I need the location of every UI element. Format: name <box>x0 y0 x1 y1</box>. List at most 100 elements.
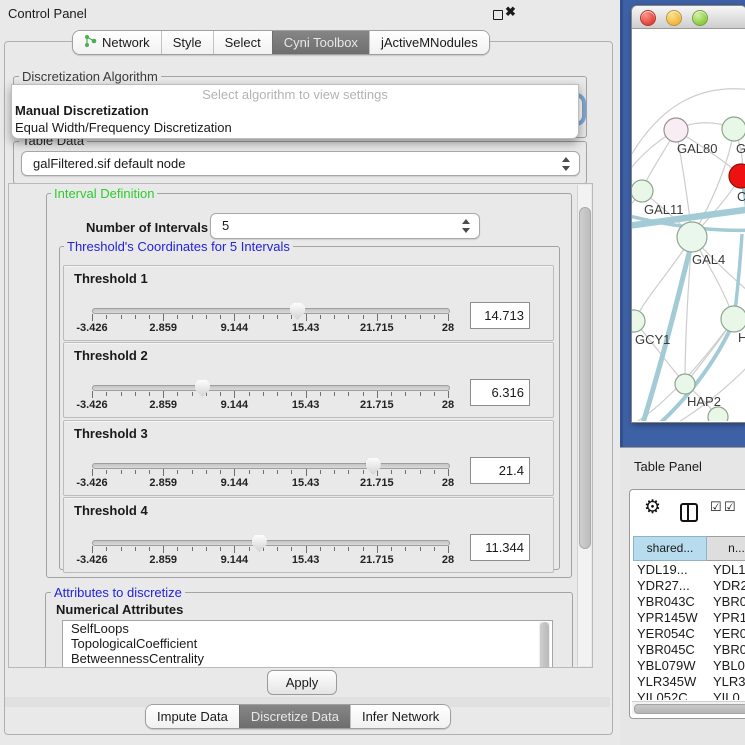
attribute-list-item[interactable]: SelfLoops <box>63 621 552 636</box>
numerical-attributes-label: Numerical Attributes <box>56 602 183 617</box>
table-row[interactable]: YLR345WYLR3 <box>633 674 745 690</box>
threshold-slider-track[interactable] <box>92 385 450 391</box>
network-node-gcy1[interactable] <box>632 310 645 332</box>
network-node-gal80[interactable] <box>664 118 688 142</box>
threshold-slider-thumb[interactable] <box>195 380 210 397</box>
table-cell: YPR1 <box>707 610 745 626</box>
tab-style[interactable]: Style <box>161 31 213 54</box>
table-column-header[interactable]: n... <box>707 536 745 561</box>
apply-button[interactable]: Apply <box>267 670 337 695</box>
network-node-h[interactable] <box>721 306 745 332</box>
table-row[interactable]: YDR27...YDR2 <box>633 578 745 594</box>
slider-tick <box>348 392 349 396</box>
threshold-slider-thumb[interactable] <box>252 535 267 552</box>
table-row[interactable]: YPR145WYPR1 <box>633 610 745 626</box>
checkbox-icon[interactable]: ☑ <box>710 499 722 515</box>
slider-tick <box>391 547 392 551</box>
slider-tick-label: 21.715 <box>360 477 394 489</box>
settings-vertical-scrollbar[interactable] <box>577 185 591 666</box>
slider-tick <box>405 392 406 396</box>
network-node[interactable] <box>708 407 728 421</box>
tab-label: Infer Network <box>362 709 439 724</box>
slider-tick <box>121 547 122 551</box>
attribute-list-item[interactable]: TopologicalCoefficient <box>63 636 552 651</box>
tab-cyni-toolbox[interactable]: Cyni Toolbox <box>272 31 369 54</box>
slider-tick <box>149 547 150 551</box>
network-canvas[interactable]: GAL80G.CGAL11GAL4GCY1HHAP2 <box>632 28 745 421</box>
gear-icon[interactable]: ⚙ <box>644 496 661 519</box>
slider-tick <box>348 470 349 474</box>
slider-tick <box>192 470 193 474</box>
network-svg: GAL80G.CGAL11GAL4GCY1HHAP2 <box>632 28 745 421</box>
table-row[interactable]: YBL079WYBL0 <box>633 658 745 674</box>
table-row[interactable]: YBR043CYBR0 <box>633 594 745 610</box>
table-horizontal-scrollbar-thumb[interactable] <box>634 704 745 714</box>
tab-label: Discretize Data <box>251 709 339 724</box>
table-cell: YBR0 <box>707 594 745 610</box>
dropdown-item-manual-discretization[interactable]: Manual Discretization <box>15 102 575 119</box>
table-cell: YBR045C <box>633 642 707 658</box>
slider-tick <box>420 547 421 551</box>
slider-tick-label: 21.715 <box>360 399 394 411</box>
threshold-value-field[interactable]: 21.4 <box>470 457 530 484</box>
threshold-value-field[interactable]: 6.316 <box>470 379 530 406</box>
tab-infer-network[interactable]: Infer Network <box>350 705 450 728</box>
tab-jactivemnodules[interactable]: jActiveMNodules <box>369 31 489 54</box>
attribute-items: SelfLoopsTopologicalCoefficientBetweenne… <box>63 621 552 666</box>
slider-tick <box>291 470 292 474</box>
threshold-slider-track[interactable] <box>92 463 450 469</box>
mac-zoom-button[interactable] <box>692 10 708 26</box>
attributes-list-scrollbar[interactable] <box>539 622 550 668</box>
mac-close-button[interactable] <box>640 10 656 26</box>
tab-label: Network <box>102 35 150 50</box>
mac-minimize-button[interactable] <box>666 10 682 26</box>
table-row[interactable]: YIL052CYIL0 <box>633 690 745 700</box>
number-of-intervals-spinner[interactable]: 5 <box>210 213 480 239</box>
settings-vertical-scrollbar-thumb[interactable] <box>579 207 591 549</box>
threshold-slider-track[interactable] <box>92 540 450 546</box>
checkbox-icon[interactable]: ☑ <box>724 499 736 515</box>
close-icon[interactable]: ✖ <box>505 4 516 20</box>
app-root: Control Panel ✖ NetworkStyleSelectCyni T… <box>0 0 745 745</box>
network-node-g[interactable] <box>722 117 745 141</box>
slider-tick-label: -3.426 <box>76 554 107 566</box>
network-node-gal11[interactable] <box>632 180 653 202</box>
slider-tick <box>206 315 207 319</box>
slider-tick <box>263 470 264 474</box>
slider-tick <box>249 392 250 396</box>
table-column-header[interactable]: shared... <box>633 536 707 561</box>
slider-tick <box>121 470 122 474</box>
tab-discretize-data[interactable]: Discretize Data <box>239 705 350 728</box>
network-window-titlebar[interactable] <box>632 6 745 29</box>
threshold-value-field[interactable]: 14.713 <box>470 302 530 329</box>
network-node-hap2[interactable] <box>675 374 695 394</box>
float-panel-icon[interactable] <box>493 10 503 20</box>
threshold-value-field[interactable]: 11.344 <box>470 534 530 561</box>
columns-icon[interactable] <box>680 503 698 522</box>
table-row[interactable]: YER054CYER0 <box>633 626 745 642</box>
threshold-slider-thumb[interactable] <box>366 458 381 475</box>
attribute-list-item[interactable]: BetweennessCentrality <box>63 651 552 666</box>
slider-tick-label: 2.859 <box>149 477 177 489</box>
number-of-intervals-label: Number of Intervals <box>86 220 208 235</box>
dropdown-item-equal-width-frequency[interactable]: Equal Width/Frequency Discretization <box>15 119 575 136</box>
table-row[interactable]: YBR045CYBR0 <box>633 642 745 658</box>
numerical-attributes-list[interactable]: SelfLoopsTopologicalCoefficientBetweenne… <box>62 620 553 668</box>
table-row[interactable]: YDL19...YDL1 <box>633 562 745 578</box>
table-horizontal-scrollbar[interactable] <box>632 701 745 714</box>
slider-tick <box>177 315 178 319</box>
tab-network[interactable]: Network <box>73 31 161 54</box>
tab-impute-data[interactable]: Impute Data <box>146 705 239 728</box>
slider-tick <box>420 392 421 396</box>
table-data-combobox[interactable]: galFiltered.sif default node <box>21 151 580 176</box>
network-node-gal4[interactable] <box>677 222 707 252</box>
tab-select[interactable]: Select <box>213 31 272 54</box>
network-node-label: GAL80 <box>677 141 717 156</box>
attributes-list-scrollbar-thumb[interactable] <box>540 622 549 668</box>
slider-tick <box>306 546 307 553</box>
slider-tick-label: 15.43 <box>292 399 320 411</box>
threshold-slider-track[interactable] <box>92 308 450 314</box>
slider-tick <box>92 391 93 398</box>
slider-tick-label: 28 <box>442 399 454 411</box>
table-cell: YBL079W <box>633 658 707 674</box>
